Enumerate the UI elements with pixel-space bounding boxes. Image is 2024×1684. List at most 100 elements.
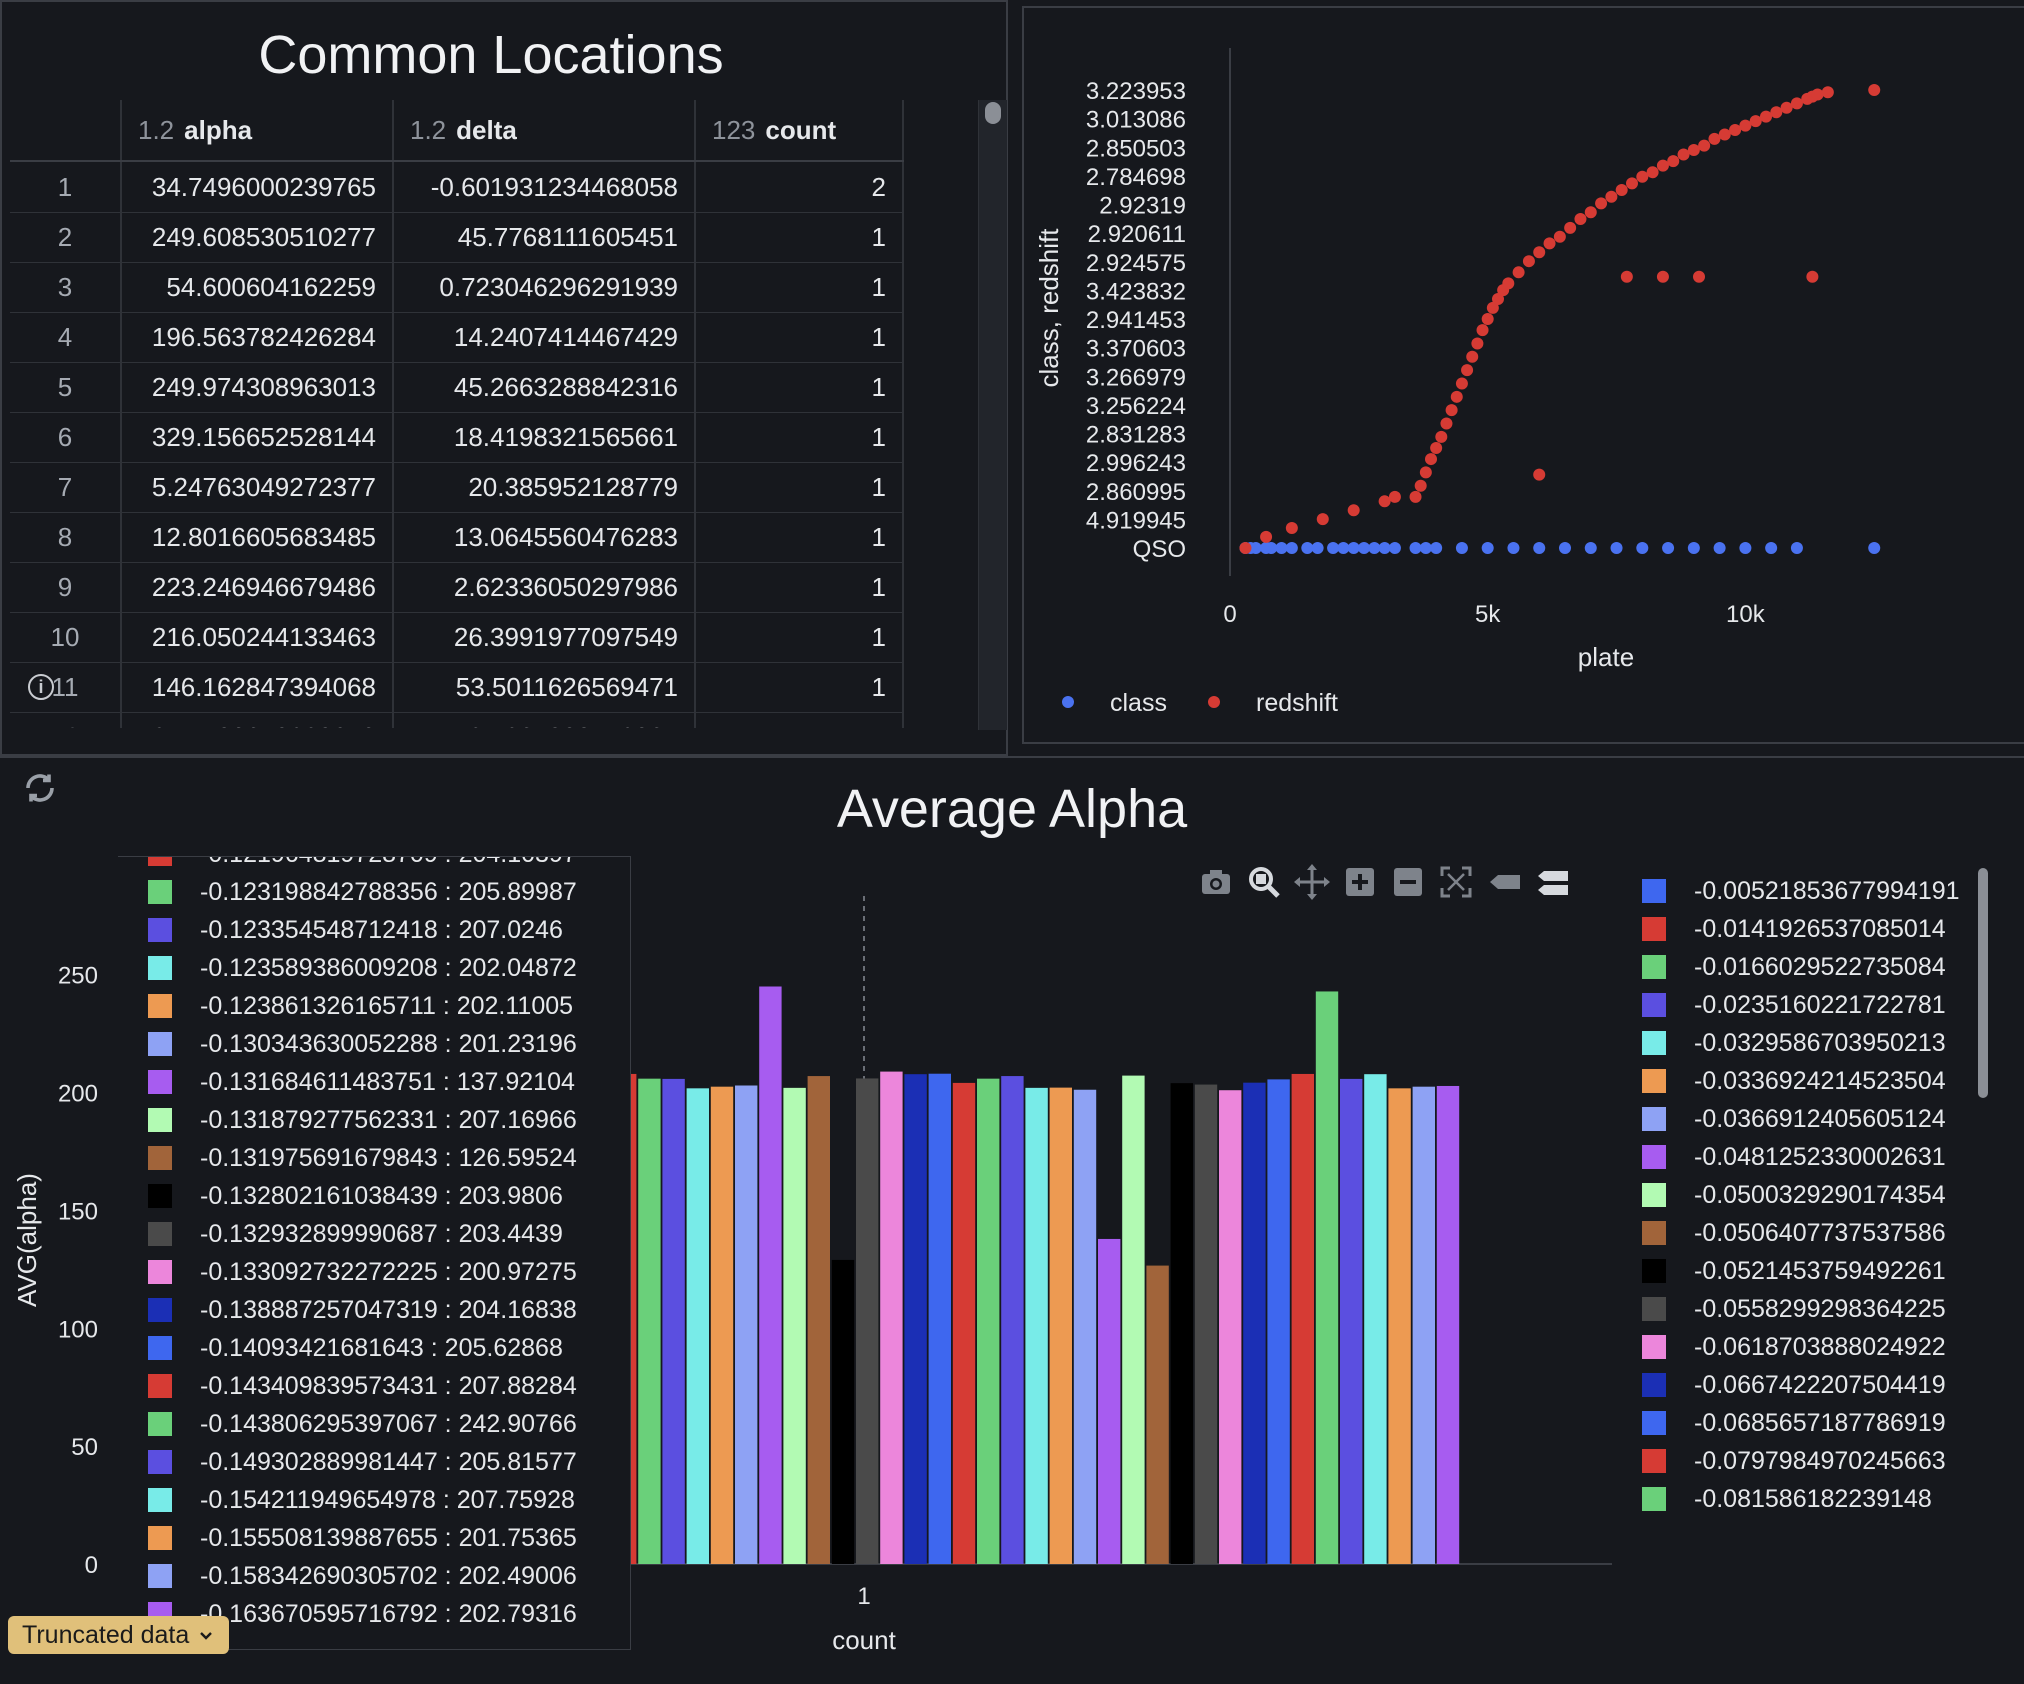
redshift-point[interactable] (1445, 404, 1458, 417)
class-point[interactable] (1687, 542, 1700, 554)
bar[interactable] (1291, 1073, 1314, 1564)
redshift-point[interactable] (1461, 364, 1474, 377)
redshift-point[interactable] (1636, 170, 1649, 183)
legend-item[interactable]: -0.00521853677994191 (1642, 872, 1960, 910)
legend-marker-redshift[interactable] (1208, 696, 1220, 708)
legend-item[interactable]: -0.0618703888024922 (1642, 1328, 1946, 1366)
legend-item[interactable]: -0.0481252330002631 (1642, 1138, 1946, 1176)
redshift-point[interactable] (1693, 270, 1705, 283)
table-row[interactable]: 3 54.600604162259 0.723046296291939 1 (10, 262, 904, 313)
redshift-point[interactable] (1718, 128, 1731, 141)
legend-item[interactable]: -0.138887257047319 : 204.16838 (148, 1291, 577, 1329)
redshift-point[interactable] (1620, 270, 1633, 283)
table-row[interactable]: 9 223.246946679486 2.62336050297986 1 (10, 562, 904, 613)
bar[interactable] (1073, 1089, 1097, 1564)
zoom-out-icon[interactable] (1394, 868, 1422, 896)
hover-closest-icon[interactable] (1490, 875, 1520, 889)
class-point[interactable] (1285, 542, 1298, 554)
class-point[interactable] (1378, 542, 1391, 554)
legend-item[interactable]: -0.143806295397067 : 242.90766 (148, 1405, 577, 1443)
cell-delta[interactable]: 45.7768111605451 (394, 212, 696, 262)
redshift-point[interactable] (1749, 115, 1762, 128)
redshift-point[interactable] (1512, 266, 1525, 279)
bar[interactable] (638, 1078, 661, 1564)
class-point[interactable] (1265, 542, 1278, 554)
cell-count[interactable]: 1 (696, 412, 904, 462)
cell-delta[interactable]: 0.723046296291939 (394, 262, 696, 312)
legend-item[interactable]: -0.0521453759492261 (1642, 1252, 1946, 1290)
legend-marker-class[interactable] (1062, 696, 1074, 708)
bar[interactable] (710, 1086, 734, 1564)
legend-item[interactable]: -0.143409839573431 : 207.88284 (148, 1367, 577, 1405)
legend-item[interactable]: -0.081586182239148 (1642, 1480, 1932, 1518)
bar[interactable] (856, 1078, 879, 1564)
cell-alpha[interactable]: 12.8016605683485 (122, 512, 394, 562)
legend-item[interactable]: -0.0166029522735084 (1642, 948, 1946, 986)
class-point[interactable] (1610, 542, 1623, 554)
bar[interactable] (880, 1071, 903, 1564)
cell-count[interactable]: 1 (696, 612, 904, 662)
redshift-point[interactable] (1481, 313, 1494, 325)
bar[interactable] (904, 1074, 927, 1564)
bar[interactable] (1388, 1088, 1411, 1564)
cell-count[interactable]: 2 (696, 162, 904, 212)
cell-count[interactable]: 1 (696, 312, 904, 362)
bar[interactable] (977, 1078, 1000, 1564)
bar[interactable] (1001, 1076, 1024, 1564)
class-point[interactable] (1636, 542, 1649, 554)
legend-item[interactable]: -0.158342690305702 : 202.49006 (148, 1557, 577, 1595)
redshift-point[interactable] (1347, 504, 1360, 517)
bar[interactable] (735, 1085, 758, 1565)
class-point[interactable] (1409, 542, 1422, 554)
redshift-point[interactable] (1388, 490, 1401, 503)
legend-item[interactable]: -0.0141926537085014 (1642, 910, 1946, 948)
cell-alpha[interactable]: 217.790619339679 (122, 712, 394, 728)
bar[interactable] (1267, 1079, 1290, 1564)
class-point[interactable] (1347, 542, 1360, 554)
bar[interactable] (928, 1073, 951, 1564)
class-point[interactable] (1584, 542, 1597, 554)
bar[interactable] (1412, 1086, 1435, 1564)
cell-alpha[interactable]: 5.24763049272377 (122, 462, 394, 512)
redshift-point[interactable] (1729, 124, 1742, 137)
bar[interactable] (1098, 1238, 1121, 1564)
table-row[interactable]: 12 217.79061933967943.52679905529671 (10, 712, 904, 728)
redshift-point[interactable] (1435, 430, 1448, 443)
table-row[interactable]: 6 329.156652528144 18.4198321565661 1 (10, 412, 904, 463)
legend-label-redshift[interactable]: redshift (1256, 689, 1338, 717)
legend-item[interactable]: -0.0667422207504419 (1642, 1366, 1946, 1404)
class-point[interactable] (1662, 542, 1675, 554)
redshift-point[interactable] (1667, 155, 1680, 168)
class-point[interactable] (1358, 542, 1370, 554)
class-point[interactable] (1790, 542, 1803, 554)
cell-delta[interactable]: -0.601931234468058 (394, 162, 696, 212)
bar[interactable] (1340, 1078, 1363, 1564)
redshift-point[interactable] (1285, 521, 1298, 534)
redshift-point[interactable] (1760, 110, 1772, 123)
redshift-point[interactable] (1533, 246, 1546, 259)
redshift-point[interactable] (1543, 237, 1556, 250)
class-point[interactable] (1765, 542, 1778, 554)
column-header-count[interactable]: 123 count (696, 100, 904, 160)
legend-item[interactable]: -0.123354548712418 : 207.0246 (148, 911, 563, 949)
redshift-point[interactable] (1811, 88, 1824, 101)
redshift-point[interactable] (1780, 101, 1793, 114)
bar[interactable] (807, 1076, 830, 1564)
legend-item[interactable]: -0.0558299298364225 (1642, 1290, 1946, 1328)
legend-item[interactable]: -0.0506407737537586 (1642, 1214, 1946, 1252)
legend-item[interactable]: -0.123861326165711 : 202.11005 (148, 987, 573, 1025)
redshift-point[interactable] (1646, 166, 1659, 179)
bar[interactable] (1194, 1084, 1218, 1564)
redshift-point[interactable] (1425, 453, 1437, 466)
cell-count[interactable]: 1 (696, 512, 904, 562)
redshift-point[interactable] (1595, 197, 1608, 210)
cell-alpha[interactable]: 216.050244133463 (122, 612, 394, 662)
redshift-point[interactable] (1605, 190, 1618, 203)
cell-alpha[interactable]: 146.162847394068 (122, 662, 394, 712)
redshift-point[interactable] (1626, 177, 1638, 190)
bar[interactable] (1122, 1075, 1145, 1564)
cell-delta[interactable]: 53.5011626569471 (394, 662, 696, 712)
legend-item[interactable]: -0.0685657187786919 (1642, 1404, 1946, 1442)
bar[interactable] (686, 1088, 709, 1564)
cell-delta[interactable]: 13.0645560476283 (394, 512, 696, 562)
